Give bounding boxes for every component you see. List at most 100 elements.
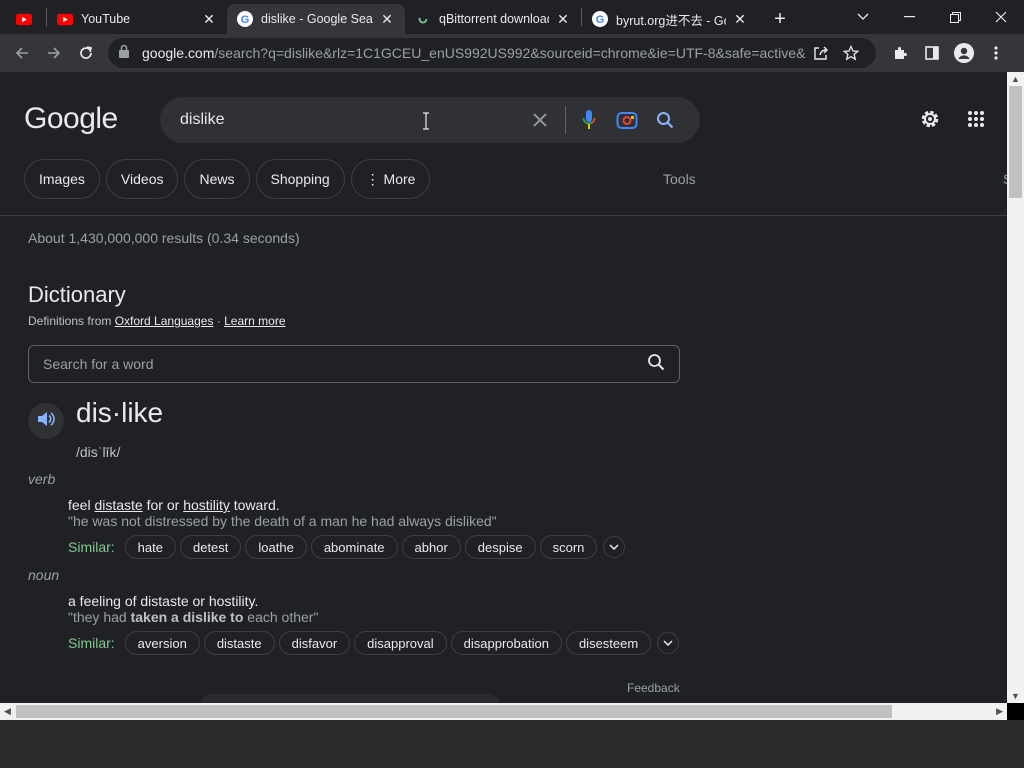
chip-images[interactable]: Images [24,159,100,199]
extensions-icon[interactable] [884,37,916,69]
distaste-link[interactable]: distaste [94,497,142,513]
scrollbar-corner [1007,703,1024,720]
def-text: feel [68,497,95,513]
search-icon[interactable] [650,105,680,135]
scroll-up-arrow-icon[interactable]: ▲ [1011,74,1020,84]
horizontal-scrollbar[interactable]: ◀ ▶ [0,703,1007,720]
address-bar[interactable]: google.com/search?q=dislike&rlz=1C1GCEU_… [108,38,876,68]
part-of-speech: noun [28,567,60,583]
synonym-chip[interactable]: abhor [401,535,461,559]
example-highlight: taken a dislike to [130,609,244,625]
tools-button[interactable]: Tools [663,171,696,187]
lens-camera-icon[interactable] [612,105,642,135]
synonym-chip[interactable]: aversion [124,631,200,655]
oxford-languages-link[interactable]: Oxford Languages [115,314,214,328]
profile-icon[interactable] [948,37,980,69]
share-icon[interactable] [806,39,836,67]
menu-kebab-icon[interactable] [980,37,1012,69]
apps-grid-icon[interactable] [963,106,989,132]
similar-label: Similar: [68,539,115,555]
synonym-chip[interactable]: scorn [539,535,598,559]
synonym-chip[interactable]: disfavor [278,631,351,655]
chip-videos[interactable]: Videos [105,159,179,199]
restore-button[interactable] [932,0,978,34]
similar-row: Similar: hate detest loathe abominate ab… [68,535,626,559]
similar-row: Similar: aversion distaste disfavor disa… [68,631,680,655]
pronunciation: /disˈlīk/ [76,444,121,460]
new-tab-button[interactable]: + [766,4,794,34]
chevron-down-icon[interactable] [603,536,626,558]
translations-toggle-partial[interactable] [200,694,500,703]
def-text: for or [142,497,184,513]
synonym-chip[interactable]: disapproval [354,631,447,655]
source-prefix: Definitions from [28,314,115,328]
feedback-link[interactable]: Feedback [627,681,680,695]
scroll-right-arrow-icon[interactable]: ▶ [996,706,1003,717]
tab-dislike-search[interactable]: G dislike - Google Search ✕ [227,4,405,34]
url-text[interactable]: google.com/search?q=dislike&rlz=1C1GCEU_… [142,45,806,61]
vertical-scrollbar[interactable]: ▲ ▼ [1007,72,1024,703]
similar-label: Similar: [68,635,115,651]
close-icon[interactable]: ✕ [201,11,217,27]
synonym-chip[interactable]: detest [179,535,242,559]
search-results-page: Google dislike Images Videos News Shoppi… [0,72,1007,703]
reload-button[interactable] [70,37,102,69]
learn-more-link[interactable]: Learn more [224,314,285,328]
part-of-speech: verb [28,471,56,487]
synonym-chip[interactable]: distaste [203,631,275,655]
chevron-down-icon[interactable] [657,632,680,654]
google-icon: G [592,11,608,27]
chip-more[interactable]: ⋮ More [350,159,431,199]
search-icon[interactable] [647,353,665,376]
divider [0,215,1007,216]
chip-news[interactable]: News [184,159,250,199]
back-button[interactable] [6,37,38,69]
forward-button[interactable] [38,37,70,69]
pronunciation-speaker-button[interactable] [28,403,64,439]
synonym-chip[interactable]: despise [464,535,536,559]
tab-byrut[interactable]: G byrut.org进不去 - Google ✕ [582,4,758,34]
scrollbar-thumb[interactable] [16,705,892,718]
svg-text:G: G [241,14,250,26]
synonym-chip[interactable]: disapprobation [450,631,562,655]
word-search-placeholder: Search for a word [43,356,154,372]
tab-youtube[interactable]: YouTube ✕ [47,4,227,34]
side-panel-icon[interactable] [916,37,948,69]
synonym-chip[interactable]: hate [124,535,176,559]
example-text: each other" [243,609,319,625]
settings-gear-icon[interactable] [917,106,943,132]
example-text: "they had [68,609,131,625]
minimize-button[interactable] [886,0,932,34]
word-search-field[interactable]: Search for a word [28,345,680,383]
definition: feel distaste for or hostility toward. [68,497,280,513]
bookmark-star-icon[interactable] [836,39,866,67]
url-path: /search?q=dislike&rlz=1C1GCEU_enUS992US9… [214,45,806,61]
close-icon[interactable]: ✕ [379,11,395,27]
clear-icon[interactable] [525,105,555,135]
tab-search-button[interactable] [840,0,886,34]
text-cursor-icon [422,112,430,135]
hostility-link[interactable]: hostility [183,497,230,513]
search-box[interactable]: dislike [160,97,700,143]
example: "he was not distressed by the death of a… [68,513,497,529]
scrollbar-thumb[interactable] [1009,86,1022,198]
search-input[interactable]: dislike [180,111,517,129]
svg-text:G: G [596,14,605,26]
scroll-down-arrow-icon[interactable]: ▼ [1011,691,1020,701]
close-icon[interactable]: ✕ [732,11,748,27]
scroll-left-arrow-icon[interactable]: ◀ [4,706,11,717]
tab-qbittorrent[interactable]: qBittorrent download ✕ [405,4,581,34]
tab-youtube-pinned[interactable] [0,4,46,34]
tab-title: YouTube [81,12,131,26]
close-icon[interactable]: ✕ [555,11,571,27]
close-window-button[interactable] [978,0,1024,34]
synonym-chip[interactable]: abominate [310,535,398,559]
lock-icon[interactable] [118,44,134,63]
speaker-icon [37,411,55,432]
synonym-chip[interactable]: disesteem [565,631,652,655]
chip-shopping[interactable]: Shopping [255,159,345,199]
synonym-chip[interactable]: loathe [245,535,307,559]
google-logo[interactable]: Google [24,102,118,136]
microphone-icon[interactable] [574,105,604,135]
headword: dis·like [76,397,164,428]
